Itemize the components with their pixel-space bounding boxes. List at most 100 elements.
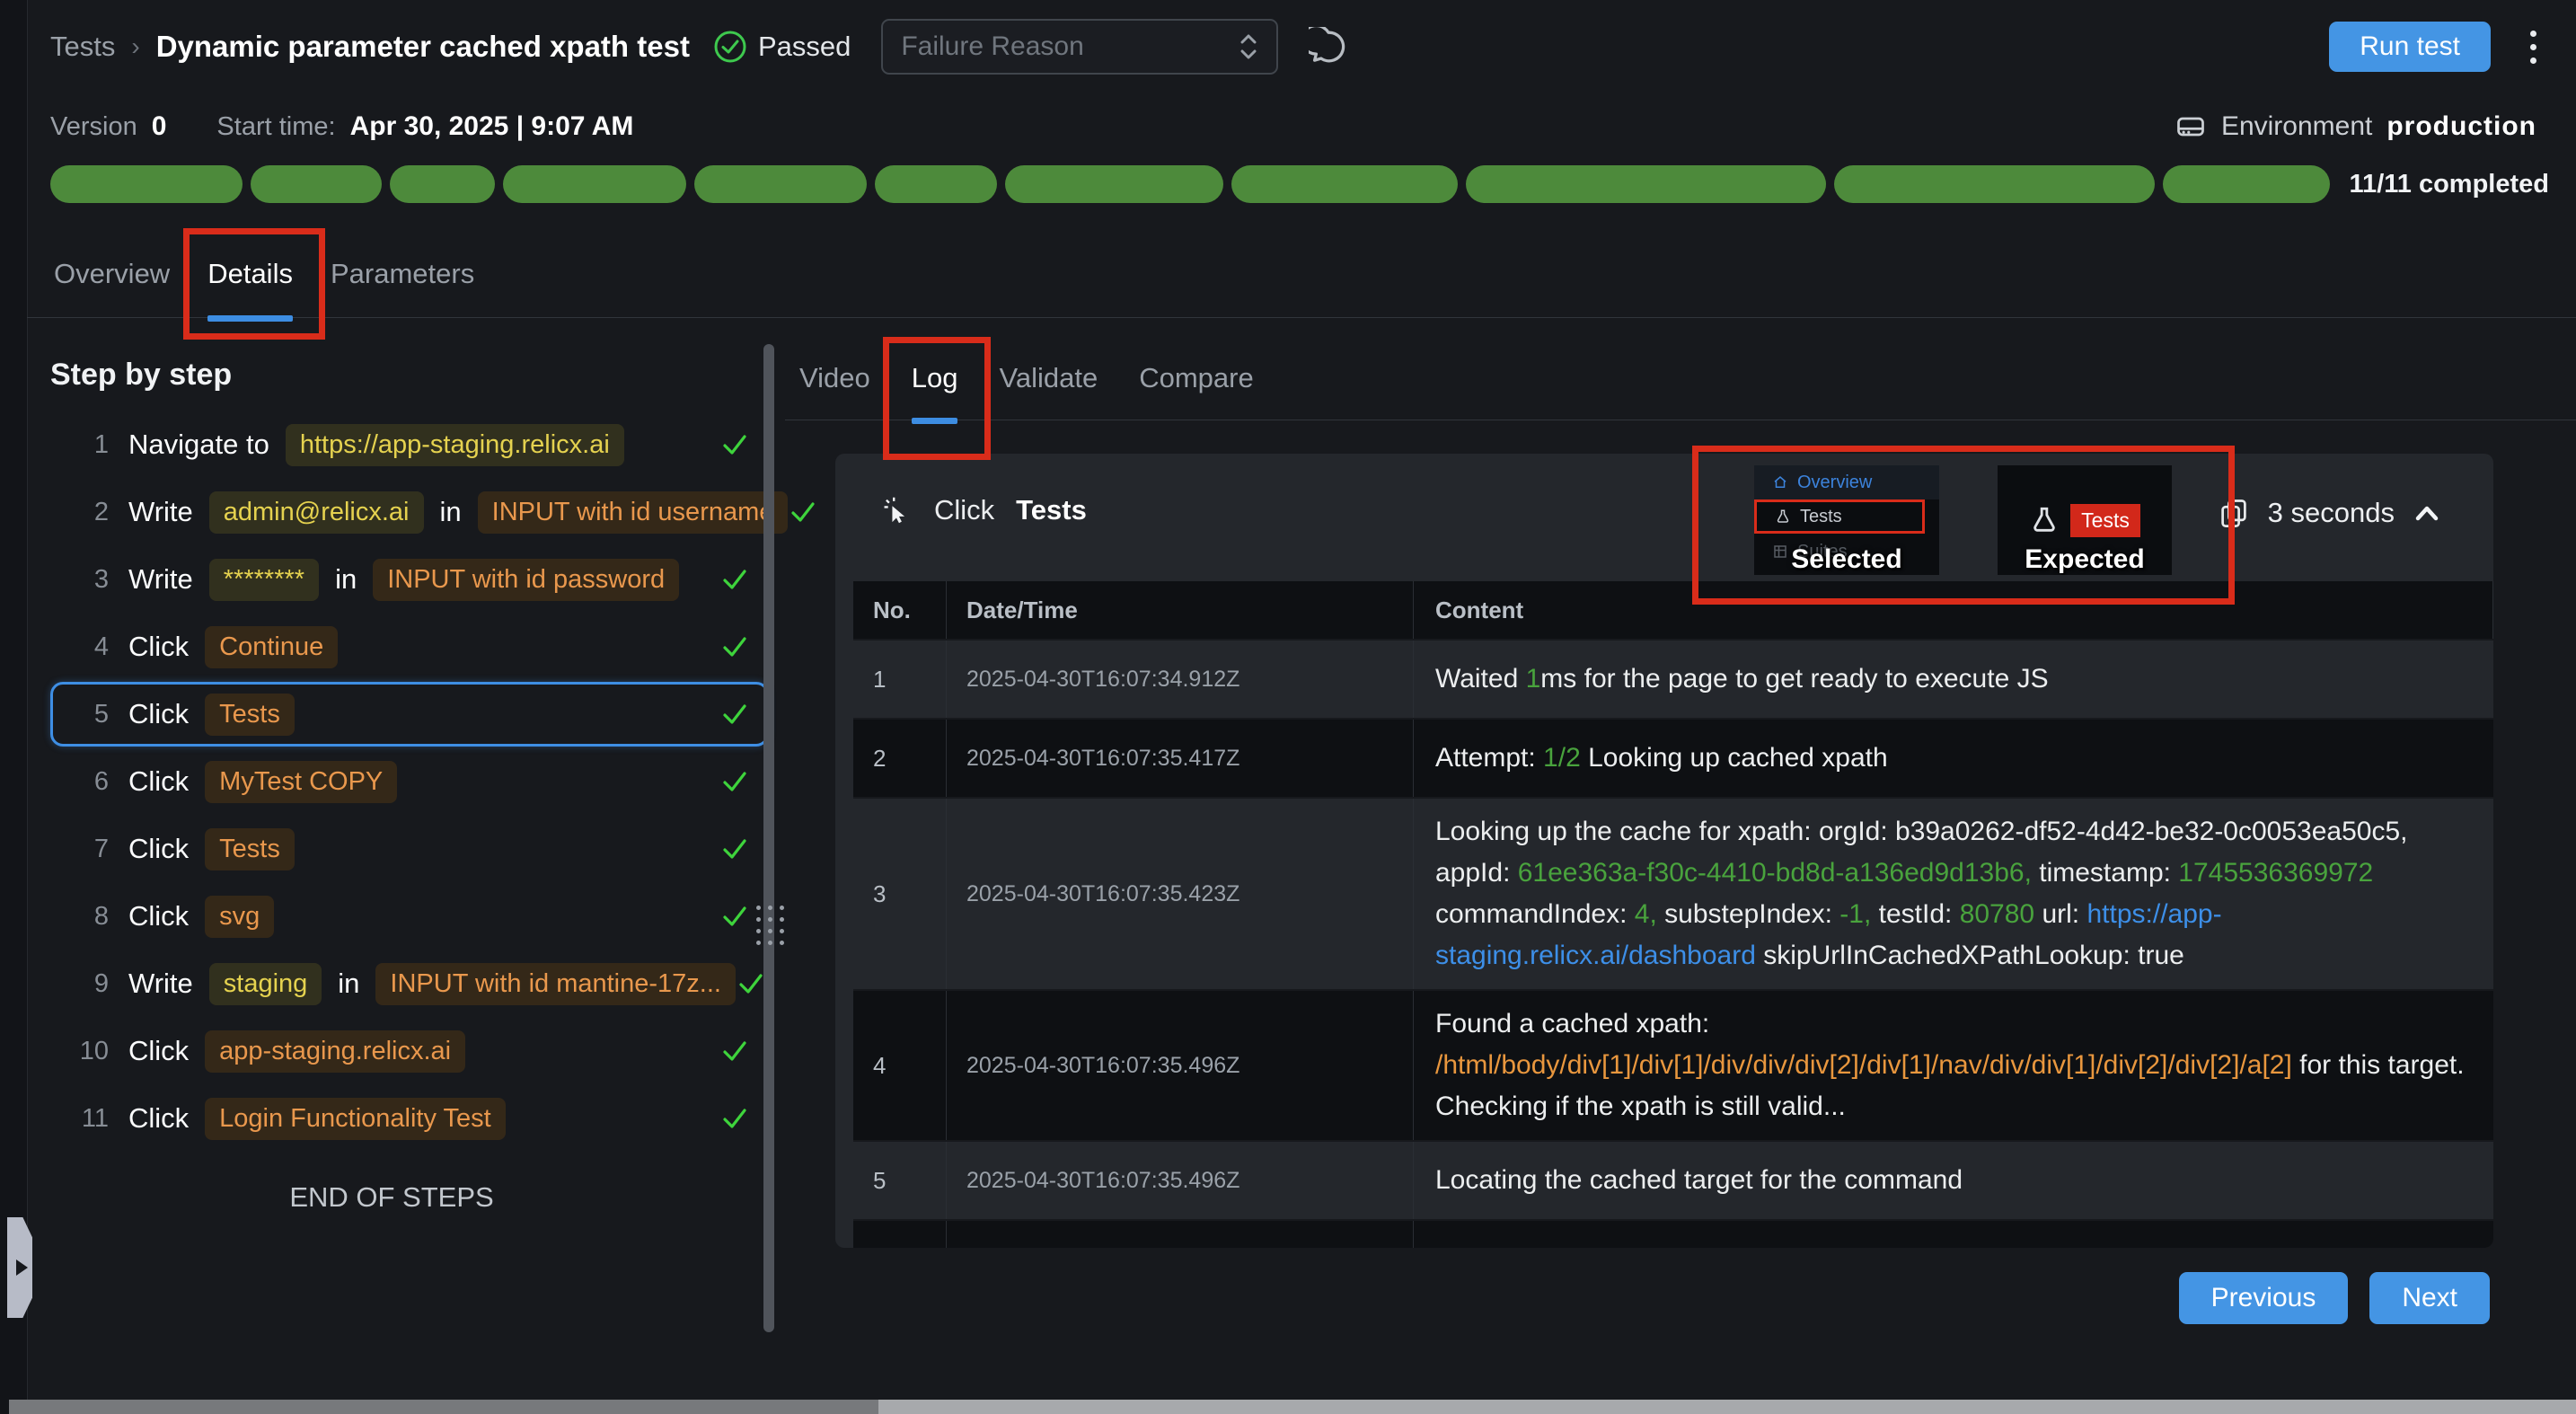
previous-button[interactable]: Previous bbox=[2179, 1272, 2349, 1324]
step-action: Click bbox=[128, 698, 189, 730]
step-row[interactable]: 3Write********inINPUT with id password bbox=[50, 547, 769, 612]
step-connector: in bbox=[338, 968, 359, 1000]
breadcrumb[interactable]: Tests bbox=[50, 31, 115, 63]
log-row-number: 6 bbox=[853, 1221, 947, 1248]
step-target-chip: Login Functionality Test bbox=[205, 1098, 506, 1140]
log-row-number: 1 bbox=[853, 641, 947, 718]
cursor-click-icon bbox=[878, 493, 913, 527]
step-row[interactable]: 6ClickMyTest COPY bbox=[50, 749, 769, 814]
step-row[interactable]: 2Writeadmin@relicx.aiinINPUT with id use… bbox=[50, 480, 769, 544]
step-target-chip: svg bbox=[205, 896, 274, 938]
step-value-chip: admin@relicx.ai bbox=[209, 491, 424, 534]
step-number: 5 bbox=[69, 700, 109, 729]
step-row[interactable]: 7ClickTests bbox=[50, 817, 769, 881]
step-target-chip: MyTest COPY bbox=[205, 761, 397, 803]
check-circle-icon bbox=[713, 30, 747, 64]
step-action: Click bbox=[128, 765, 189, 798]
tab-overview[interactable]: Overview bbox=[54, 230, 170, 318]
step-chips: app-staging.relicx.ai bbox=[205, 1030, 465, 1073]
next-button[interactable]: Next bbox=[2369, 1272, 2490, 1324]
collapsed-sidebar bbox=[0, 0, 28, 1414]
comment-icon[interactable] bbox=[1309, 27, 1348, 66]
log-row: 52025-04-30T16:07:35.496ZLocating the ca… bbox=[853, 1140, 2493, 1219]
step-target-chip: Tests bbox=[205, 694, 295, 736]
horizontal-scrollbar-thumb[interactable] bbox=[878, 1400, 2576, 1414]
step-chips: svg bbox=[205, 896, 274, 938]
copy-icon[interactable] bbox=[2218, 497, 2250, 529]
start-time-value: Apr 30, 2025 | 9:07 AM bbox=[350, 111, 634, 142]
log-table: No. Date/Time Content 12025-04-30T16:07:… bbox=[853, 581, 2493, 1248]
tab-validate[interactable]: Validate bbox=[999, 336, 1098, 420]
progress-row: 11/11 completed bbox=[50, 165, 2549, 203]
step-chips: Tests bbox=[205, 694, 295, 736]
expected-screenshot-thumbnail[interactable]: Tests Expected bbox=[1998, 465, 2172, 575]
step-row[interactable]: 10Clickapp-staging.relicx.ai bbox=[50, 1019, 769, 1083]
step-row[interactable]: 4ClickContinue bbox=[50, 614, 769, 679]
collapse-chevron-icon[interactable] bbox=[2413, 503, 2441, 523]
tab-details[interactable]: Details bbox=[207, 230, 293, 318]
log-row: 42025-04-30T16:07:35.496ZFound a cached … bbox=[853, 989, 2493, 1140]
step-check-icon bbox=[719, 1105, 750, 1132]
environment-value: production bbox=[2386, 111, 2536, 142]
step-chips: Login Functionality Test bbox=[205, 1098, 506, 1140]
app-window: Tests › Dynamic parameter cached xpath t… bbox=[0, 0, 2576, 1414]
failure-reason-select[interactable]: Failure Reason bbox=[881, 19, 1278, 75]
log-row: 22025-04-30T16:07:35.417ZAttempt: 1/2 Lo… bbox=[853, 718, 2493, 797]
progress-segment bbox=[251, 165, 382, 203]
log-row-timestamp: 2025-04-30T16:07:34.912Z bbox=[947, 641, 1414, 718]
step-check-icon bbox=[788, 499, 818, 526]
step-value-chip: https://app-staging.relicx.ai bbox=[286, 424, 624, 466]
step-chips: https://app-staging.relicx.ai bbox=[286, 424, 624, 466]
step-target-chip: INPUT with id mantine-17z... bbox=[375, 963, 736, 1005]
expected-label: Expected bbox=[1998, 544, 2172, 575]
more-menu-icon[interactable] bbox=[2530, 31, 2536, 64]
progress-segment bbox=[2163, 165, 2330, 203]
step-row[interactable]: 9WritestaginginINPUT with id mantine-17z… bbox=[50, 951, 769, 1016]
step-target-chip: INPUT with id username bbox=[478, 491, 789, 534]
column-datetime: Date/Time bbox=[947, 581, 1414, 639]
column-content: Content bbox=[1414, 581, 2493, 639]
step-action: Click bbox=[128, 900, 189, 932]
version-value: 0 bbox=[152, 111, 167, 142]
log-row-timestamp: 2025-04-30T16:07:35.496Z bbox=[947, 1142, 1414, 1219]
log-row-number: 4 bbox=[853, 991, 947, 1140]
expand-triangle-icon bbox=[16, 1259, 28, 1276]
step-action: Write bbox=[128, 496, 193, 528]
step-target-chip: Continue bbox=[205, 626, 338, 668]
step-action: Click bbox=[128, 1102, 189, 1135]
status-badge: Passed bbox=[713, 30, 851, 64]
step-chips: MyTest COPY bbox=[205, 761, 397, 803]
log-row-number: 5 bbox=[853, 1142, 947, 1219]
step-action: Click bbox=[128, 631, 189, 663]
steps-heading: Step by step bbox=[50, 358, 769, 393]
progress-text: 11/11 completed bbox=[2350, 170, 2549, 199]
steps-scrollbar[interactable] bbox=[763, 344, 774, 1332]
sidebar-expand-handle[interactable] bbox=[7, 1217, 32, 1318]
panel-resize-handle-icon[interactable] bbox=[756, 906, 781, 945]
tab-video[interactable]: Video bbox=[799, 336, 870, 420]
step-row[interactable]: 11ClickLogin Functionality Test bbox=[50, 1086, 769, 1151]
step-row[interactable]: 1Navigate tohttps://app-staging.relicx.a… bbox=[50, 412, 769, 477]
progress-segment bbox=[1466, 165, 1827, 203]
log-rows: 12025-04-30T16:07:34.912ZWaited 1ms for … bbox=[853, 639, 2493, 1248]
tab-parameters[interactable]: Parameters bbox=[331, 230, 474, 318]
step-row[interactable]: 8Clicksvg bbox=[50, 884, 769, 949]
progress-segment bbox=[1231, 165, 1458, 203]
step-connector: in bbox=[440, 496, 462, 528]
step-chips: Continue bbox=[205, 626, 338, 668]
log-row-number: 2 bbox=[853, 720, 947, 797]
main-tabs: Overview Details Parameters bbox=[27, 230, 2576, 318]
column-no: No. bbox=[853, 581, 947, 639]
selected-screenshot-thumbnail[interactable]: Overview Tests Suites Selected bbox=[1754, 465, 1939, 575]
tab-log[interactable]: Log bbox=[912, 336, 958, 420]
log-row-timestamp: 2025-04-30T16:07:35.496Z bbox=[947, 991, 1414, 1140]
step-action: Write bbox=[128, 563, 193, 596]
breadcrumb-separator-icon: › bbox=[131, 32, 139, 61]
step-row[interactable]: 5 Click Tests bbox=[50, 682, 769, 747]
tab-compare[interactable]: Compare bbox=[1139, 336, 1254, 420]
log-row-content: Executing: Locating the cached target fo… bbox=[1414, 1226, 2493, 1248]
log-row-content: Waited 1ms for the page to get ready to … bbox=[1414, 646, 2493, 712]
run-test-button[interactable]: Run test bbox=[2329, 22, 2491, 72]
step-action: Write bbox=[128, 968, 193, 1000]
log-row-timestamp: 2025-04-30T16:07:35.423Z bbox=[947, 799, 1414, 989]
